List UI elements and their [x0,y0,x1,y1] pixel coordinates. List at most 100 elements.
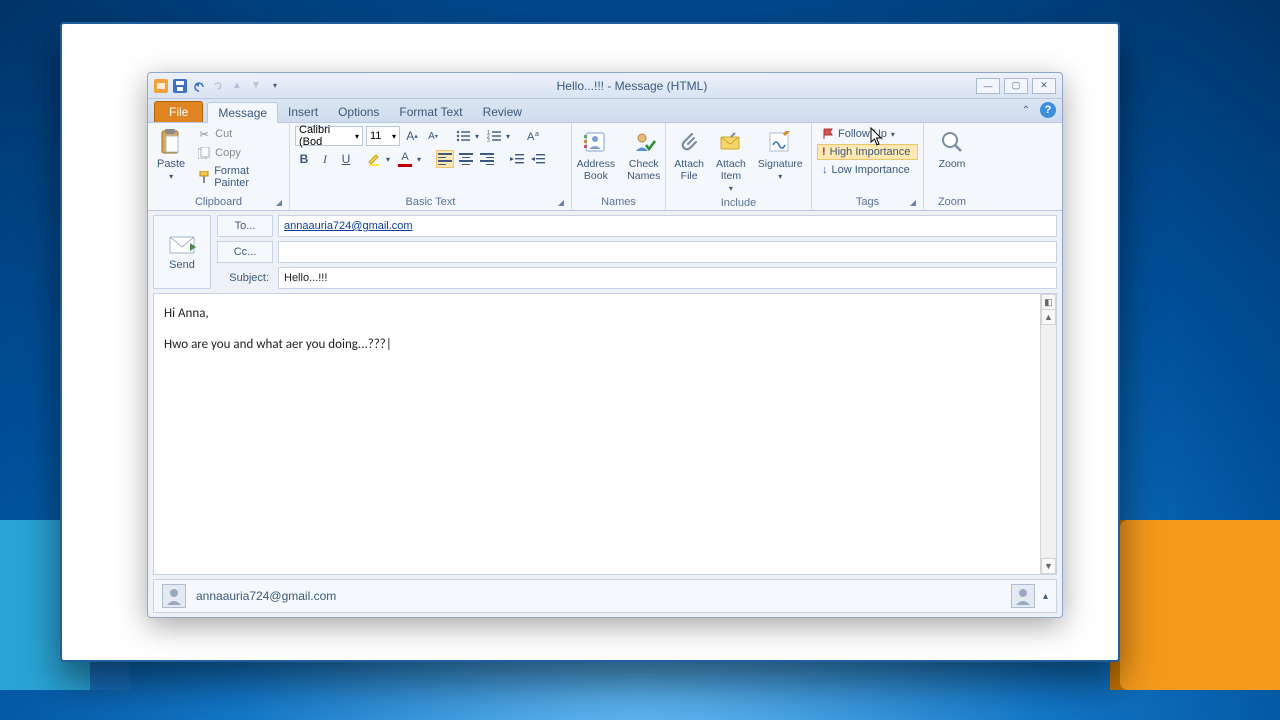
font-selector[interactable]: Calibri (Bod▾ [295,126,363,146]
tags-dialog-launcher-icon[interactable]: ◢ [908,198,918,208]
send-button[interactable]: Send [153,215,211,289]
high-importance-button[interactable]: ! High Importance [817,144,918,160]
close-button[interactable]: ✕ [1032,78,1056,94]
basic-text-dialog-launcher-icon[interactable]: ◢ [556,198,566,208]
tab-review[interactable]: Review [473,101,532,122]
people-pane-email: annaauria724@gmail.com [196,589,336,603]
group-label-clipboard: Clipboard ◢ [153,195,284,210]
shrink-font-button[interactable]: A▾ [424,127,442,145]
titlebar: ▲ ▼ ▾ Hello...!!! - Message (HTML) — ▢ ✕ [148,73,1062,99]
sender-avatar[interactable] [162,584,186,608]
font-color-dropdown-icon[interactable]: ▾ [414,150,424,168]
to-button[interactable]: To... [217,215,273,237]
tab-message[interactable]: Message [207,102,278,123]
group-zoom: Zoom Zoom [924,123,980,210]
outlook-message-window: ▲ ▼ ▾ Hello...!!! - Message (HTML) — ▢ ✕… [147,72,1063,618]
zoom-icon [938,128,966,156]
subject-label: Subject: [217,272,273,284]
font-color-button[interactable]: A [396,150,414,168]
signature-button[interactable]: Signature▾ [755,126,806,184]
next-item-icon[interactable]: ▼ [249,79,263,93]
group-label-basic-text: Basic Text ◢ [295,195,566,210]
ribbon: Paste ▾ ✂ Cut Copy [148,123,1062,211]
font-size-selector[interactable]: 11▾ [366,126,400,146]
italic-button[interactable]: I [316,150,334,168]
decrease-indent-button[interactable] [508,150,526,168]
tab-insert[interactable]: Insert [278,101,328,122]
low-importance-icon: ↓ [822,164,828,176]
low-importance-button[interactable]: ↓ Low Importance [817,162,918,178]
numbering-dropdown-icon[interactable]: ▾ [503,127,513,145]
paste-button[interactable]: Paste ▾ [153,126,189,183]
attach-file-button[interactable]: Attach File [671,126,707,184]
subject-field[interactable]: Hello...!!! [278,267,1057,289]
scroll-up-icon[interactable]: ▲ [1041,309,1056,325]
message-body[interactable]: Hi Anna, Hwo are you and what aer you do… [154,294,1040,574]
scroll-down-icon[interactable]: ▼ [1041,558,1056,574]
svg-text:a: a [535,131,539,138]
ruler-toggle-icon[interactable]: ◧ [1041,294,1056,310]
check-names-icon [630,128,658,156]
body-scrollbar[interactable]: ◧ ▲ ▼ [1040,294,1056,574]
quick-access-toolbar: ▲ ▼ ▾ [148,79,288,93]
tab-options[interactable]: Options [328,101,389,122]
file-tab[interactable]: File [154,101,203,122]
format-painter-button[interactable]: Format Painter [195,164,284,190]
help-icon[interactable]: ? [1040,102,1056,118]
follow-up-button[interactable]: Follow Up ▾ [817,126,918,142]
compose-area: Send To... annaauria724@gmail.com Cc... [148,211,1062,617]
align-right-button[interactable] [478,150,496,168]
prev-item-icon[interactable]: ▲ [230,79,244,93]
align-left-button[interactable] [436,150,454,168]
maximize-button[interactable]: ▢ [1004,78,1028,94]
scroll-track[interactable] [1041,325,1056,558]
group-clipboard: Paste ▾ ✂ Cut Copy [148,123,290,210]
clipboard-dialog-launcher-icon[interactable]: ◢ [274,198,284,208]
address-book-button[interactable]: Address Book [574,126,619,184]
align-center-button[interactable] [457,150,475,168]
address-book-icon [582,128,610,156]
window-title: Hello...!!! - Message (HTML) [288,79,976,93]
highlight-button[interactable] [365,150,383,168]
tab-format-text[interactable]: Format Text [389,101,472,122]
save-icon[interactable] [173,79,187,93]
format-painter-icon [197,170,210,184]
minimize-button[interactable]: — [976,78,1000,94]
highlight-dropdown-icon[interactable]: ▾ [383,150,393,168]
people-pane: annaauria724@gmail.com ▴ [153,579,1057,613]
zoom-button[interactable]: Zoom [935,126,969,172]
clear-formatting-button[interactable]: Aa [525,127,543,145]
check-names-button[interactable]: Check Names [624,126,663,184]
group-tags: Follow Up ▾ ! High Importance ↓ Low Impo… [812,123,924,210]
numbering-button[interactable]: 123 [485,127,503,145]
increase-indent-button[interactable] [529,150,547,168]
paste-dropdown-icon[interactable]: ▾ [169,172,173,181]
ribbon-tab-strip: File Message Insert Options Format Text … [148,99,1062,123]
send-icon [168,233,196,255]
grow-font-button[interactable]: A▴ [403,127,421,145]
underline-button[interactable]: U [337,150,355,168]
paste-icon [157,128,185,156]
group-label-zoom: Zoom [929,195,975,210]
decor-block [1120,520,1280,690]
follow-up-dropdown-icon[interactable]: ▾ [891,130,895,139]
recipient-avatar[interactable] [1011,584,1035,608]
bullets-dropdown-icon[interactable]: ▾ [472,127,482,145]
collapse-ribbon-icon[interactable]: ⌃ [1018,102,1034,118]
to-field[interactable]: annaauria724@gmail.com [278,215,1057,237]
copy-button[interactable]: Copy [195,145,284,161]
group-label-names: Names [577,195,660,210]
undo-icon[interactable] [192,79,206,93]
text-caret [386,337,392,352]
qat-customize-icon[interactable]: ▾ [268,79,282,93]
bullets-button[interactable] [454,127,472,145]
attach-item-button[interactable]: Attach Item▾ [713,126,749,196]
cc-button[interactable]: Cc... [217,241,273,263]
cc-field[interactable] [278,241,1057,263]
svg-text:3: 3 [487,138,490,142]
redo-icon[interactable] [211,79,225,93]
bold-button[interactable]: B [295,150,313,168]
people-pane-collapse-icon[interactable]: ▴ [1043,591,1048,602]
group-names: Address Book Check Names Names [572,123,666,210]
cut-button[interactable]: ✂ Cut [195,126,284,142]
